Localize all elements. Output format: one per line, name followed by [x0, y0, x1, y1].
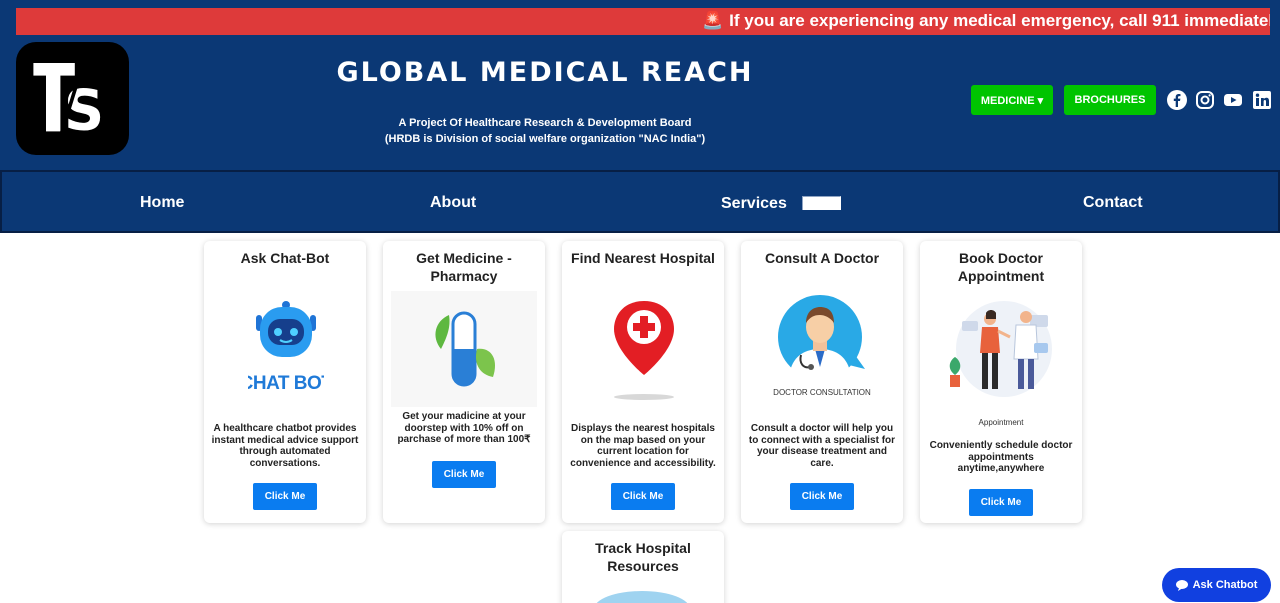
- card-description: Consult a doctor will help you to connec…: [748, 423, 896, 469]
- pharmacy-click-button[interactable]: Click Me: [432, 461, 496, 488]
- card-title: Track Hospital Resources: [595, 540, 691, 574]
- chatbot-robot-icon: CHAT BOT: [248, 301, 324, 394]
- nav-home[interactable]: Home: [140, 194, 184, 212]
- card-title: Book Doctor Appointment: [957, 250, 1045, 284]
- map-pin-icon: [614, 301, 674, 400]
- medicine-dropdown-button[interactable]: MEDICINE ▾: [971, 85, 1053, 115]
- alert-message: If you are experiencing any medical emer…: [729, 11, 1270, 30]
- service-card-track-resources: Track Hospital Resources: [562, 531, 724, 603]
- youtube-icon[interactable]: [1223, 90, 1243, 110]
- emergency-alert-bar: 🚨 If you are experiencing any medical eme…: [16, 8, 1270, 35]
- main-navigation: Home About Services Contact: [0, 170, 1280, 233]
- doctor-avatar-icon: [778, 295, 865, 381]
- instagram-icon[interactable]: [1195, 90, 1215, 110]
- emergency-alert-text: 🚨 If you are experiencing any medical eme…: [702, 11, 1270, 31]
- subtitle-line-2: (HRDB is Division of social welfare orga…: [384, 133, 706, 145]
- site-title: GLOBAL MEDICAL REACH: [336, 57, 754, 88]
- chatbot-click-button[interactable]: Click Me: [253, 483, 317, 510]
- hospital-click-button[interactable]: Click Me: [611, 483, 675, 510]
- ask-chatbot-label: Ask Chatbot: [1192, 579, 1258, 591]
- site-logo[interactable]: S: [16, 42, 129, 155]
- card-title: Consult A Doctor: [764, 250, 880, 266]
- linkedin-icon[interactable]: [1252, 90, 1272, 110]
- ask-chatbot-button[interactable]: Ask Chatbot: [1162, 568, 1271, 602]
- card-title: Ask Chat-Bot: [240, 250, 330, 266]
- nav-about[interactable]: About: [430, 194, 476, 212]
- card-description: Displays the nearest hospitals on the ma…: [570, 423, 716, 469]
- logo-ts-icon: S: [32, 60, 104, 143]
- nav-services[interactable]: Services: [721, 195, 787, 213]
- consult-click-button[interactable]: Click Me: [790, 483, 854, 510]
- card-title: Get Medicine - Pharmacy: [416, 250, 512, 284]
- subtitle-line-1: A Project Of Healthcare Research & Devel…: [398, 117, 692, 129]
- appointment-click-button[interactable]: Click Me: [969, 489, 1033, 516]
- brochures-button[interactable]: BROCHURES: [1064, 85, 1156, 115]
- facebook-icon[interactable]: [1167, 90, 1187, 110]
- appointment-illustration-icon: [949, 301, 1052, 397]
- card-title: Find Nearest Hospital: [571, 250, 715, 266]
- siren-icon: 🚨: [702, 11, 724, 30]
- medicine-capsule-icon: [435, 311, 496, 387]
- card-description: Get your madicine at your doorstep with …: [397, 411, 531, 445]
- hospital-resources-image: [596, 591, 688, 603]
- service-card-consult: Consult A Doctor DOCTOR CONSULTATION Con…: [741, 241, 903, 523]
- service-card-chatbot: Ask Chat-Bot CHAT BOT A healthcare chatb…: [204, 241, 366, 523]
- service-card-pharmacy: Get Medicine - Pharmacy Get your madicin…: [383, 241, 545, 523]
- site-header: 🚨 If you are experiencing any medical eme…: [0, 0, 1280, 170]
- pharmacy-image: [391, 291, 537, 407]
- service-card-hospital: Find Nearest Hospital Displays the neare…: [562, 241, 724, 523]
- site-subtitle: A Project Of Healthcare Research & Devel…: [330, 115, 760, 147]
- service-card-appointment: Book Doctor Appointment Appointment Conv…: [920, 241, 1082, 523]
- card-description: Conveniently schedule doctor appointment…: [929, 440, 1073, 474]
- broken-image-icon: [802, 196, 841, 210]
- card-description: A healthcare chatbot provides instant me…: [211, 423, 359, 469]
- nav-contact[interactable]: Contact: [1083, 194, 1143, 212]
- chat-bubble-icon: [1175, 579, 1188, 591]
- chatbot-image-text: CHAT BOT: [248, 373, 324, 394]
- doctor-consultation-caption: DOCTOR CONSULTATION: [773, 388, 871, 397]
- appointment-caption: Appointment: [978, 418, 1024, 427]
